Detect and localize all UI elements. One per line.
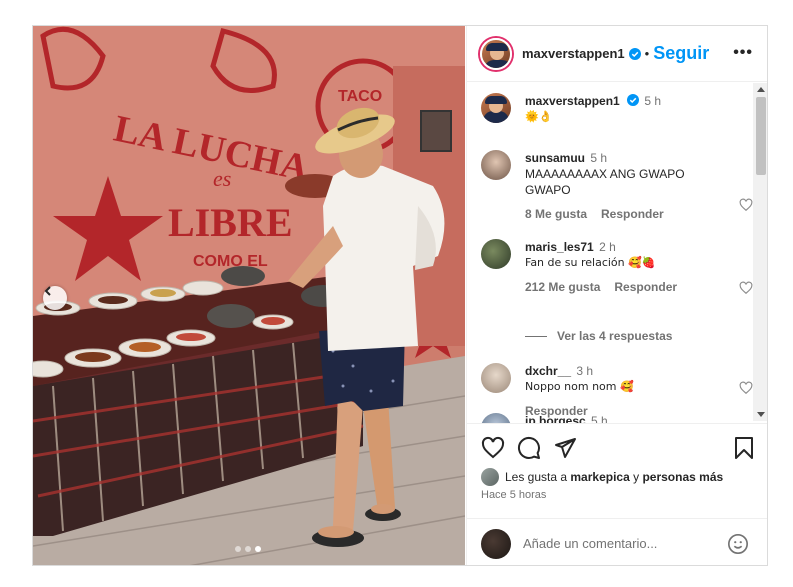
likes-rest[interactable]: personas más	[642, 470, 723, 484]
liker-avatar	[481, 468, 499, 486]
comment-likes[interactable]: 8 Me gusta	[525, 206, 587, 222]
smiley-icon[interactable]	[727, 533, 749, 555]
chevron-left-icon	[44, 286, 51, 296]
speech-bubble-icon[interactable]	[517, 436, 541, 460]
commenter-avatar[interactable]	[481, 150, 511, 180]
likes-user[interactable]: markepica	[570, 470, 629, 484]
reply-button[interactable]: Responder	[614, 279, 677, 295]
caption: maxverstappen1 5 h 🌞👌	[481, 93, 741, 125]
comment-text: MAAAAAAAAX ANG GWAPO GWAPO	[525, 167, 685, 197]
post-header: maxverstappen1 • Seguir •••	[467, 26, 767, 82]
wall-text-taco: TACO	[338, 88, 382, 105]
replies-divider	[525, 335, 547, 337]
post-side-panel: maxverstappen1 • Seguir ••• maxverstappe…	[466, 26, 767, 565]
comment-item: jp.borgesc 5 h	[481, 413, 741, 423]
caption-username[interactable]: maxverstappen1	[525, 94, 620, 108]
scroll-up-arrow[interactable]	[757, 87, 765, 92]
separator-dot: •	[644, 46, 650, 61]
commenter-avatar[interactable]	[481, 239, 511, 269]
likes-mid: y	[633, 470, 640, 484]
view-replies-button[interactable]: Ver las 4 respuestas	[525, 329, 672, 343]
wall-text-line3: LIBRE	[168, 200, 293, 245]
post-actions: Les gusta a markepica y personas más Hac…	[467, 423, 767, 565]
heart-icon[interactable]	[739, 381, 753, 395]
comment-username[interactable]: dxchr__	[525, 364, 571, 378]
reply-button[interactable]: Responder	[601, 206, 664, 222]
comment-text: Noppo nom nom 🥰	[525, 380, 634, 393]
caption-text: 🌞👌	[525, 110, 553, 123]
commenter-avatar[interactable]	[481, 413, 511, 423]
verified-badge-icon	[628, 47, 641, 60]
comment-username[interactable]: jp.borgesc	[525, 414, 586, 423]
likes-prefix: Les gusta a	[505, 470, 568, 484]
viewer-avatar	[481, 528, 511, 559]
comments-list[interactable]: maxverstappen1 5 h 🌞👌 sunsamuu 5 h MAAAA…	[467, 83, 767, 423]
comment-time: 5 h	[590, 151, 608, 165]
bookmark-icon[interactable]	[733, 436, 755, 460]
comment-text: Fan de su relación 🥰🍓	[525, 256, 656, 269]
post-photo[interactable]: LA LUCHA es LIBRE COMO EL TACO	[33, 26, 465, 565]
post-dialog: LA LUCHA es LIBRE COMO EL TACO maxversta…	[32, 25, 768, 566]
comment-item: maris_les71 2 h Fan de su relación 🥰🍓 21…	[481, 239, 741, 295]
comment-item: sunsamuu 5 h MAAAAAAAAX ANG GWAPO GWAPO …	[481, 150, 741, 222]
caption-time: 5 h	[644, 94, 662, 108]
author-username[interactable]: maxverstappen1	[522, 46, 625, 61]
heart-icon[interactable]	[739, 198, 753, 212]
comment-input[interactable]	[523, 536, 723, 551]
more-options-icon[interactable]: •••	[733, 44, 753, 62]
photo-illustration: LA LUCHA es LIBRE COMO EL TACO	[33, 26, 465, 565]
scroll-down-arrow[interactable]	[757, 412, 765, 417]
heart-icon[interactable]	[739, 281, 753, 295]
comment-time: 3 h	[576, 364, 594, 378]
comment-time: 5 h	[591, 414, 608, 423]
verified-badge-icon	[627, 94, 640, 106]
carousel-dot	[235, 546, 241, 552]
wall-text-line2: es	[213, 166, 231, 191]
scroll-thumb[interactable]	[756, 97, 766, 175]
comment-item: dxchr__ 3 h Noppo nom nom 🥰 Responder	[481, 363, 741, 419]
view-replies-label: Ver las 4 respuestas	[557, 329, 673, 343]
carousel-indicator	[235, 546, 261, 552]
post-time-ago: Hace 5 horas	[481, 489, 547, 501]
author-avatar[interactable]	[481, 93, 511, 123]
follow-button[interactable]: Seguir	[653, 43, 709, 64]
carousel-dot	[245, 546, 251, 552]
comments-scrollbar[interactable]	[753, 83, 767, 421]
comment-username[interactable]: sunsamuu	[525, 151, 585, 165]
comment-time: 2 h	[599, 240, 616, 254]
author-avatar[interactable]	[480, 37, 512, 70]
heart-icon[interactable]	[481, 436, 505, 460]
carousel-dot-active	[255, 546, 261, 552]
comment-username[interactable]: maris_les71	[525, 240, 594, 254]
wall-text-line4: COMO EL	[193, 253, 268, 270]
likes-summary[interactable]: Les gusta a markepica y personas más	[481, 468, 723, 486]
add-comment-bar	[467, 518, 767, 565]
comment-likes[interactable]: 212 Me gusta	[525, 279, 600, 295]
paper-plane-icon[interactable]	[553, 436, 577, 460]
carousel-prev-button[interactable]	[43, 286, 67, 310]
commenter-avatar[interactable]	[481, 363, 511, 393]
